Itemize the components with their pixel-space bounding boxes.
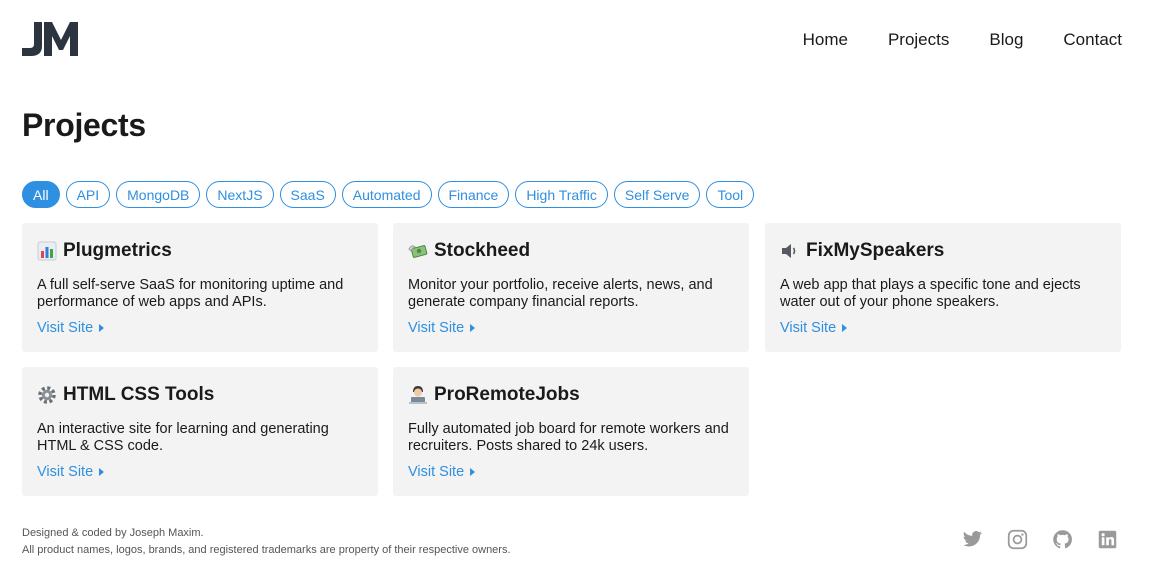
visit-site-label: Visit Site	[408, 464, 465, 480]
caret-right-icon	[470, 468, 476, 476]
visit-site-link[interactable]: Visit Site	[408, 464, 476, 480]
project-card-proremotejobs: ProRemoteJobs Fully automated job board …	[393, 367, 749, 496]
project-description: An interactive site for learning and gen…	[37, 421, 329, 454]
project-title: FixMySpeakers	[806, 240, 945, 261]
project-card-plugmetrics: Plugmetrics A full self-serve SaaS for m…	[22, 223, 378, 352]
project-description: A web app that plays a specific tone and…	[780, 277, 1081, 310]
visit-site-link[interactable]: Visit Site	[408, 320, 476, 336]
project-description: Fully automated job board for remote wor…	[408, 421, 729, 454]
site-footer: Designed & coded by Joseph Maxim. All pr…	[22, 525, 511, 559]
project-title: ProRemoteJobs	[434, 384, 580, 405]
github-icon[interactable]	[1052, 529, 1073, 550]
card-title-row: FixMySpeakers	[780, 238, 1106, 264]
card-title-row: Plugmetrics	[37, 238, 363, 264]
filter-tool[interactable]: Tool	[706, 181, 755, 208]
filter-automated[interactable]: Automated	[341, 181, 432, 208]
twitter-icon[interactable]	[962, 529, 983, 550]
card-title-row: Stockheed	[408, 238, 734, 264]
instagram-icon[interactable]	[1007, 529, 1028, 550]
speaker-icon	[782, 244, 796, 258]
filter-api[interactable]: API	[65, 181, 111, 208]
nav-home[interactable]: Home	[803, 30, 848, 50]
card-title-row: ProRemoteJobs	[408, 382, 734, 408]
main-nav: Home Projects Blog Contact	[803, 30, 1122, 50]
footer-credit: Designed & coded by Joseph Maxim.	[22, 527, 204, 539]
visit-site-label: Visit Site	[37, 464, 94, 480]
footer-disclaimer: All product names, logos, brands, and re…	[22, 544, 511, 556]
filter-all[interactable]: All	[22, 181, 60, 208]
site-header: Home Projects Blog Contact	[22, 22, 1122, 58]
caret-right-icon	[470, 324, 476, 332]
project-description: A full self-serve SaaS for monitoring up…	[37, 277, 344, 310]
filter-high-traffic[interactable]: High Traffic	[515, 181, 608, 208]
visit-site-link[interactable]: Visit Site	[37, 320, 105, 336]
project-title: Stockheed	[434, 240, 531, 261]
linkedin-icon[interactable]	[1097, 529, 1118, 550]
filter-saas[interactable]: SaaS	[279, 181, 336, 208]
filter-mongodb[interactable]: MongoDB	[116, 181, 201, 208]
gear-icon	[38, 386, 56, 404]
visit-site-label: Visit Site	[37, 320, 94, 336]
card-title-row: HTML CSS Tools	[37, 382, 363, 408]
caret-right-icon	[99, 468, 105, 476]
project-title: Plugmetrics	[63, 240, 172, 261]
visit-site-link[interactable]: Visit Site	[37, 464, 105, 480]
page-title: Projects	[22, 107, 146, 143]
nav-contact[interactable]: Contact	[1063, 30, 1122, 50]
technologist-icon	[409, 386, 427, 404]
caret-right-icon	[842, 324, 848, 332]
nav-projects[interactable]: Projects	[888, 30, 949, 50]
project-card-html-css-tools: HTML CSS Tools An interactive site for l…	[22, 367, 378, 496]
caret-right-icon	[99, 324, 105, 332]
project-description: Monitor your portfolio, receive alerts, …	[408, 277, 713, 310]
filter-self-serve[interactable]: Self Serve	[613, 181, 701, 208]
social-links	[962, 529, 1118, 550]
project-card-stockheed: Stockheed Monitor your portfolio, receiv…	[393, 223, 749, 352]
filter-nextjs[interactable]: NextJS	[206, 181, 274, 208]
visit-site-link[interactable]: Visit Site	[780, 320, 848, 336]
project-title: HTML CSS Tools	[63, 384, 215, 405]
nav-blog[interactable]: Blog	[989, 30, 1023, 50]
bar-chart-icon	[37, 241, 57, 261]
visit-site-label: Visit Site	[408, 320, 465, 336]
project-card-fixmyspeakers: FixMySpeakers A web app that plays a spe…	[765, 223, 1121, 352]
money-wings-icon	[408, 245, 428, 258]
visit-site-label: Visit Site	[780, 320, 837, 336]
filter-finance[interactable]: Finance	[437, 181, 510, 208]
filter-chips: All API MongoDB NextJS SaaS Automated Fi…	[22, 181, 755, 208]
jm-logo[interactable]	[22, 22, 78, 56]
